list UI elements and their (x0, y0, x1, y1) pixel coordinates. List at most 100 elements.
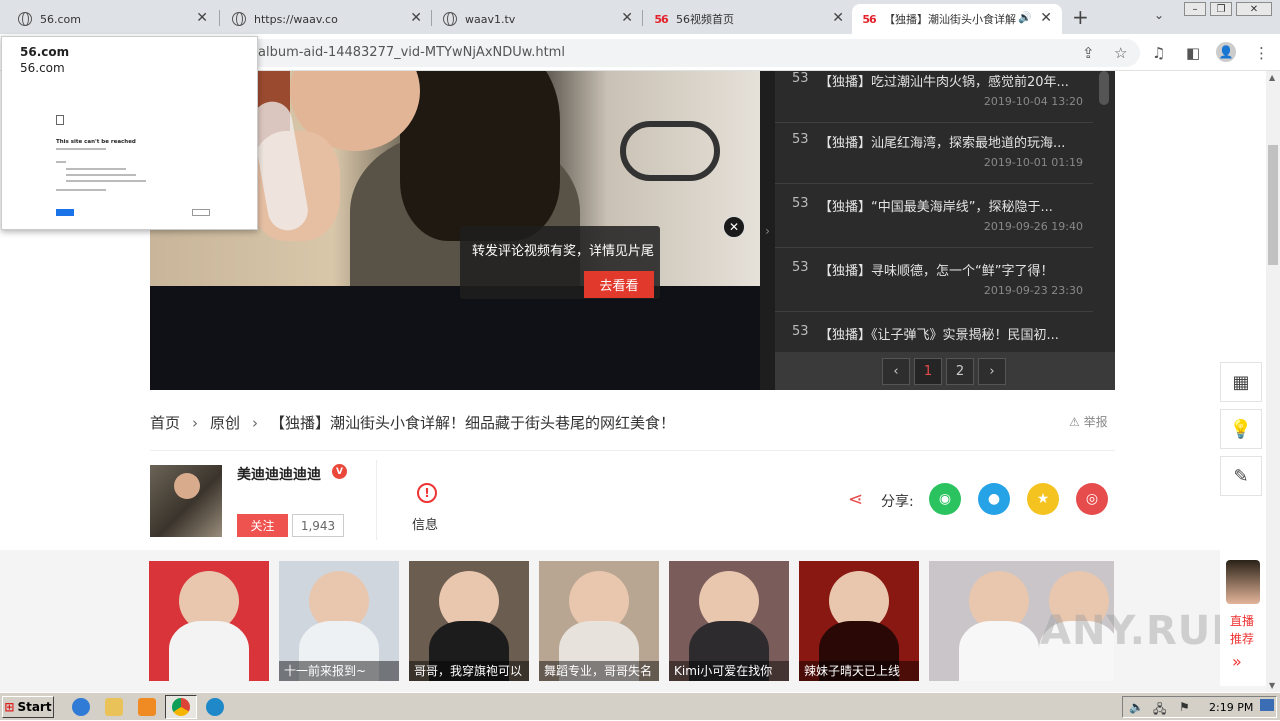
restore-button[interactable]: ❐ (1210, 2, 1232, 16)
tab-waav-co[interactable]: https://waav.co ✕ (222, 4, 432, 34)
recommendation-thumb[interactable]: 十一前来报到~ (279, 561, 399, 681)
next-page-button[interactable]: › (978, 358, 1006, 385)
globe-icon (443, 12, 457, 26)
tab-56-home[interactable]: 56 56视频首页 ✕ (644, 4, 854, 34)
tab-close-icon[interactable]: ✕ (410, 10, 422, 26)
info-icon[interactable]: ! (417, 483, 437, 503)
playlist-item[interactable]: 53 【独播】吃过潮汕牛肉火锅，感觉前20年... 2019-10-04 13:… (775, 59, 1093, 123)
follower-count: 1,943 (292, 514, 344, 537)
share-icon: ⋖ (848, 489, 864, 510)
edit-icon[interactable]: ✎ (1220, 456, 1262, 496)
weibo-share-icon[interactable]: ◎ (1076, 483, 1108, 515)
volume-icon[interactable]: 🔈 (1129, 700, 1144, 714)
qr-code-icon[interactable]: ▦ (1220, 362, 1262, 402)
network-icon[interactable]: 🖧 (1153, 700, 1166, 721)
preview-details-button (192, 209, 210, 216)
folder-icon[interactable] (105, 698, 123, 716)
recommendation-thumb[interactable]: 舞蹈专业，哥哥失名 (539, 561, 659, 681)
browser-tab-bar: 56.com ✕ https://waav.co ✕ waav1.tv ✕ 56… (0, 0, 1280, 34)
tab-close-icon[interactable]: ✕ (621, 10, 633, 26)
playlist-item[interactable]: 53 【独播】寻味顺德，怎一个“鲜”字了得！ 2019-09-23 23:30 (775, 248, 1093, 312)
live-recommend-panel[interactable]: 直播推荐 » (1220, 550, 1266, 686)
close-window-button[interactable]: ✕ (1236, 2, 1272, 16)
media-player-icon[interactable] (138, 698, 156, 716)
new-tab-button[interactable]: + (1072, 5, 1089, 29)
system-tray: 🔈 🖧 ⚑ (1122, 696, 1277, 718)
warning-icon: ⚠ (1069, 415, 1084, 429)
page-2-button[interactable]: 2 (946, 358, 974, 385)
playlist-scrollbar[interactable] (1099, 71, 1109, 105)
scroll-down-icon[interactable]: ▼ (1269, 681, 1275, 690)
side-panel-icon[interactable]: ◧ (1186, 44, 1200, 62)
chevron-right-icon: › (192, 413, 199, 432)
edge-icon[interactable] (206, 698, 224, 716)
chrome-icon (172, 698, 190, 716)
56-logo-icon: 56 (654, 12, 668, 26)
verified-badge-icon: V (332, 464, 347, 479)
page-scrollbar[interactable]: ▲ ▼ (1266, 71, 1280, 692)
breadcrumb-category[interactable]: 原创 (210, 412, 240, 433)
follow-button[interactable]: 关注 (237, 514, 288, 537)
media-controls-icon[interactable]: ♫ (1152, 44, 1165, 62)
show-desktop-icon[interactable] (1260, 699, 1274, 711)
windows-taskbar: ⊞ Start 🔈 🖧 ⚑ 2:19 PM (0, 692, 1280, 720)
tab-title: 【独播】潮汕街头小食详解 (884, 13, 1016, 26)
breadcrumb: 首页 › 原创 › 【独播】潮汕街头小食详解！细品藏于街头巷尾的网红美食！ (150, 412, 675, 433)
live-label: 直播 (1230, 614, 1255, 628)
breadcrumb-home[interactable]: 首页 (150, 412, 180, 433)
scroll-thumb[interactable] (1268, 145, 1278, 265)
uploader-avatar[interactable] (150, 465, 222, 537)
playlist-panel: 53 【独播】吃过潮汕牛肉火锅，感觉前20年... 2019-10-04 13:… (775, 71, 1115, 390)
globe-icon (232, 12, 246, 26)
recommend-label: 推荐 (1230, 632, 1255, 646)
tab-waav1-tv[interactable]: waav1.tv ✕ (433, 4, 643, 34)
tab-56-com[interactable]: 56.com ✕ (8, 4, 218, 34)
recommendation-thumb[interactable]: Kimi小可爱在找你 (669, 561, 789, 681)
chevron-right-icon: › (252, 413, 259, 432)
playlist-item[interactable]: 53 【独播】“中国最美海岸线”，探秘隐于... 2019-09-26 19:4… (775, 184, 1093, 248)
recommendation-thumb[interactable] (149, 561, 269, 681)
double-chevron-icon: » (1232, 652, 1242, 671)
menu-icon[interactable]: ⋮ (1254, 44, 1269, 62)
tab-title: 56.com (40, 12, 81, 26)
lightbulb-icon[interactable]: 💡 (1220, 409, 1262, 449)
preview-title: 56.com (20, 45, 70, 59)
qq-share-icon[interactable]: ● (978, 483, 1010, 515)
ie-icon[interactable] (72, 698, 90, 716)
uploader-name[interactable]: 美迪迪迪迪迪 (237, 464, 321, 484)
playlist-pager: ‹ 1 2 › (775, 352, 1115, 390)
tab-close-icon[interactable]: ✕ (832, 10, 844, 26)
wechat-share-icon[interactable]: ◉ (929, 483, 961, 515)
tab-close-icon[interactable]: ✕ (196, 10, 208, 26)
start-button[interactable]: ⊞ Start (2, 696, 54, 718)
recommendation-thumb[interactable]: 哥哥，我穿旗袍可以 (409, 561, 529, 681)
prev-page-button[interactable]: ‹ (882, 358, 910, 385)
tab-title: waav1.tv (465, 12, 516, 26)
qzone-share-icon[interactable]: ★ (1027, 483, 1059, 515)
audio-playing-icon[interactable]: 🔊 (1018, 11, 1032, 24)
url-text[interactable]: album-aid-14483277_vid-MTYwNjAxNDUw.html (258, 45, 565, 60)
tab-current-video[interactable]: 56 【独播】潮汕街头小食详解 🔊 ✕ (852, 4, 1062, 34)
56-logo-icon: 56 (862, 12, 876, 26)
flag-icon[interactable]: ⚑ (1179, 700, 1190, 714)
bookmark-star-icon[interactable]: ☆ (1114, 44, 1127, 62)
info-label[interactable]: 信息 (412, 514, 438, 533)
minimize-button[interactable]: – (1184, 2, 1206, 16)
preview-error: This site can't be reached (56, 139, 136, 145)
scroll-up-icon[interactable]: ▲ (1269, 73, 1275, 82)
report-link[interactable]: ⚠ 举报 (1069, 413, 1108, 430)
preview-reload-button (56, 209, 74, 216)
profile-icon[interactable]: 👤 (1216, 42, 1236, 62)
promo-view-button[interactable]: 去看看 (584, 271, 654, 298)
tab-search-icon[interactable]: ⌄ (1154, 8, 1164, 22)
page-1-button[interactable]: 1 (914, 358, 942, 385)
promo-close-icon[interactable]: ✕ (723, 216, 745, 238)
tab-close-icon[interactable]: ✕ (1040, 10, 1052, 26)
recommendation-thumb[interactable]: 辣妹子晴天已上线 (799, 561, 919, 681)
preview-url: 56.com (20, 61, 65, 75)
playlist-item[interactable]: 53 【独播】汕尾红海湾，探索最地道的玩海... 2019-10-01 01:1… (775, 120, 1093, 184)
tab-hover-preview: 56.com 56.com This site can't be reached (1, 36, 258, 230)
clock: 2:19 PM (1209, 701, 1254, 714)
tab-title: https://waav.co (254, 12, 338, 26)
playlist-collapse-toggle[interactable]: › (760, 71, 775, 390)
